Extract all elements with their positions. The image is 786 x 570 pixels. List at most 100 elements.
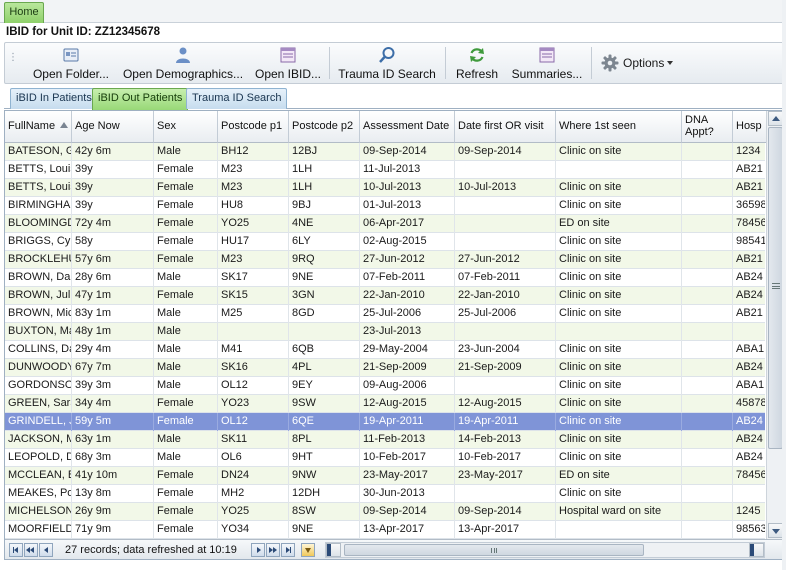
cell-assessment-date[interactable]: 25-Jul-2006 — [360, 305, 455, 323]
cell-date-first-or-visit[interactable]: 14-Feb-2013 — [455, 431, 556, 449]
cell-postcode-p1[interactable]: YO23 — [218, 395, 289, 413]
table-row[interactable]: BETTS, Louis 39y Female M23 1LH 10-Jul-2013 10… — [5, 179, 765, 197]
column-header-assessment-date[interactable]: Assessment Date — [360, 111, 455, 143]
cell-age-now[interactable]: 68y 3m — [72, 449, 154, 467]
column-header-dna-appt[interactable]: DNA Appt? — [682, 111, 733, 143]
last-record-button[interactable] — [281, 543, 295, 557]
cell-hosp[interactable]: 1234 — [733, 143, 765, 161]
table-row[interactable]: MOORFIELD, 71y 9m Female YO34 9NE 13-Apr-2017… — [5, 521, 765, 539]
cell-date-first-or-visit[interactable]: 13-Apr-2017 — [455, 521, 556, 539]
cell-sex[interactable]: Male — [154, 323, 218, 341]
cell-age-now[interactable]: 39y — [72, 161, 154, 179]
cell-date-first-or-visit[interactable]: 10-Jul-2013 — [455, 179, 556, 197]
cell-hosp[interactable]: AB21 — [733, 179, 765, 197]
cell-dna-appt[interactable] — [682, 269, 733, 287]
column-header-date-first-or-visit[interactable]: Date first OR visit — [455, 111, 556, 143]
open-demographics-button[interactable]: Open Demographics... — [119, 44, 247, 82]
cell-where-1st-seen[interactable] — [556, 161, 682, 179]
cell-fullname[interactable]: MCCLEAN, Bi — [5, 467, 72, 485]
cell-hosp[interactable]: ABA1 — [733, 341, 765, 359]
cell-sex[interactable]: Male — [154, 431, 218, 449]
cell-assessment-date[interactable]: 22-Jan-2010 — [360, 287, 455, 305]
cell-assessment-date[interactable]: 01-Jul-2013 — [360, 197, 455, 215]
cell-postcode-p2[interactable]: 6QE — [289, 413, 360, 431]
cell-fullname[interactable]: BROWN, Mich — [5, 305, 72, 323]
table-row[interactable]: BROCKLEHUR57y 6mFemaleM239RQ27-Jun-20122… — [5, 251, 765, 269]
table-row[interactable]: GRINDELL, Ja59y 5mFemaleOL126QE19-Apr-20… — [5, 413, 765, 431]
cell-postcode-p1[interactable]: YO34 — [218, 521, 289, 539]
cell-fullname[interactable]: GORDONSON — [5, 377, 72, 395]
cell-postcode-p1[interactable]: SK11 — [218, 431, 289, 449]
cell-age-now[interactable]: 48y 1m — [72, 323, 154, 341]
cell-where-1st-seen[interactable]: Clinic on site — [556, 413, 682, 431]
cell-hosp[interactable]: AB24 — [733, 359, 765, 377]
cell-fullname[interactable]: BATESON, Ga — [5, 143, 72, 161]
cell-postcode-p2[interactable]: 9SW — [289, 395, 360, 413]
cell-hosp[interactable]: AB24 — [733, 449, 765, 467]
cell-sex[interactable]: Male — [154, 305, 218, 323]
filter-icon[interactable] — [301, 543, 315, 557]
cell-postcode-p2[interactable]: 12DH — [289, 485, 360, 503]
cell-sex[interactable]: Female — [154, 197, 218, 215]
cell-date-first-or-visit[interactable]: 12-Aug-2015 — [455, 395, 556, 413]
cell-fullname[interactable]: BRIGGS, Cyn — [5, 233, 72, 251]
cell-age-now[interactable]: 41y 10m — [72, 467, 154, 485]
table-row[interactable]: BATESON, Ga42y 6mMaleBH1212BJ09-Sep-2014… — [5, 143, 765, 161]
cell-where-1st-seen[interactable]: Clinic on site — [556, 449, 682, 467]
cell-postcode-p2[interactable]: 9HT — [289, 449, 360, 467]
cell-dna-appt[interactable] — [682, 233, 733, 251]
cell-age-now[interactable]: 47y 1m — [72, 287, 154, 305]
cell-dna-appt[interactable] — [682, 377, 733, 395]
cell-date-first-or-visit[interactable] — [455, 485, 556, 503]
table-row[interactable]: MICHELSON 26y 9m Female YO25 8SW 09-Sep-2014 0… — [5, 503, 765, 521]
cell-age-now[interactable]: 83y 1m — [72, 305, 154, 323]
table-row[interactable]: GORDONSON39y 3mMaleOL129EY09-Aug-2006 Cli… — [5, 377, 765, 395]
cell-assessment-date[interactable]: 27-Jun-2012 — [360, 251, 455, 269]
cell-postcode-p2[interactable]: 8PL — [289, 431, 360, 449]
cell-dna-appt[interactable] — [682, 341, 733, 359]
cell-assessment-date[interactable]: 23-Jul-2013 — [360, 323, 455, 341]
cell-fullname[interactable]: DUNWOODY, — [5, 359, 72, 377]
cell-dna-appt[interactable] — [682, 359, 733, 377]
cell-date-first-or-visit[interactable] — [455, 377, 556, 395]
cell-assessment-date[interactable]: 29-May-2004 — [360, 341, 455, 359]
refresh-button[interactable]: Refresh — [451, 44, 503, 82]
cell-where-1st-seen[interactable]: Clinic on site — [556, 197, 682, 215]
cell-postcode-p1[interactable]: SK17 — [218, 269, 289, 287]
next-record-button[interactable] — [251, 543, 265, 557]
cell-hosp[interactable]: 98541 — [733, 233, 765, 251]
cell-assessment-date[interactable]: 13-Apr-2017 — [360, 521, 455, 539]
trauma-id-search-button[interactable]: Trauma ID Search — [335, 44, 439, 82]
cell-date-first-or-visit[interactable] — [455, 161, 556, 179]
open-folder-button[interactable]: Open Folder... — [25, 44, 117, 82]
cell-where-1st-seen[interactable] — [556, 323, 682, 341]
table-row[interactable]: DUNWOODY, 67y 7m Male SK16 4PL 21-Sep-2009 21-… — [5, 359, 765, 377]
cell-age-now[interactable]: 13y 8m — [72, 485, 154, 503]
first-record-button[interactable] — [9, 543, 23, 557]
cell-where-1st-seen[interactable]: Clinic on site — [556, 251, 682, 269]
cell-postcode-p2[interactable]: 6LY — [289, 233, 360, 251]
cell-fullname[interactable]: GRINDELL, Ja — [5, 413, 72, 431]
cell-hosp[interactable] — [733, 323, 765, 341]
cell-sex[interactable]: Male — [154, 377, 218, 395]
cell-assessment-date[interactable]: 10-Feb-2017 — [360, 449, 455, 467]
cell-postcode-p2[interactable]: 9NW — [289, 467, 360, 485]
cell-postcode-p1[interactable]: OL6 — [218, 449, 289, 467]
cell-where-1st-seen[interactable]: Clinic on site — [556, 341, 682, 359]
cell-sex[interactable]: Female — [154, 233, 218, 251]
cell-postcode-p2[interactable]: 9RQ — [289, 251, 360, 269]
cell-postcode-p1[interactable]: MH2 — [218, 485, 289, 503]
cell-where-1st-seen[interactable] — [556, 521, 682, 539]
cell-dna-appt[interactable] — [682, 503, 733, 521]
scroll-right-button[interactable] — [749, 543, 764, 557]
cell-assessment-date[interactable]: 11-Jul-2013 — [360, 161, 455, 179]
cell-dna-appt[interactable] — [682, 485, 733, 503]
cell-age-now[interactable]: 59y 5m — [72, 413, 154, 431]
cell-hosp[interactable] — [733, 485, 765, 503]
horizontal-scroll-thumb[interactable] — [344, 544, 644, 556]
cell-assessment-date[interactable]: 09-Sep-2014 — [360, 143, 455, 161]
cell-where-1st-seen[interactable]: Clinic on site — [556, 485, 682, 503]
table-row[interactable]: BUXTON, Ma 48y 1m Male 23-Jul-2013 — [5, 323, 765, 341]
cell-hosp[interactable]: 78456 — [733, 467, 765, 485]
cell-postcode-p1[interactable] — [218, 323, 289, 341]
